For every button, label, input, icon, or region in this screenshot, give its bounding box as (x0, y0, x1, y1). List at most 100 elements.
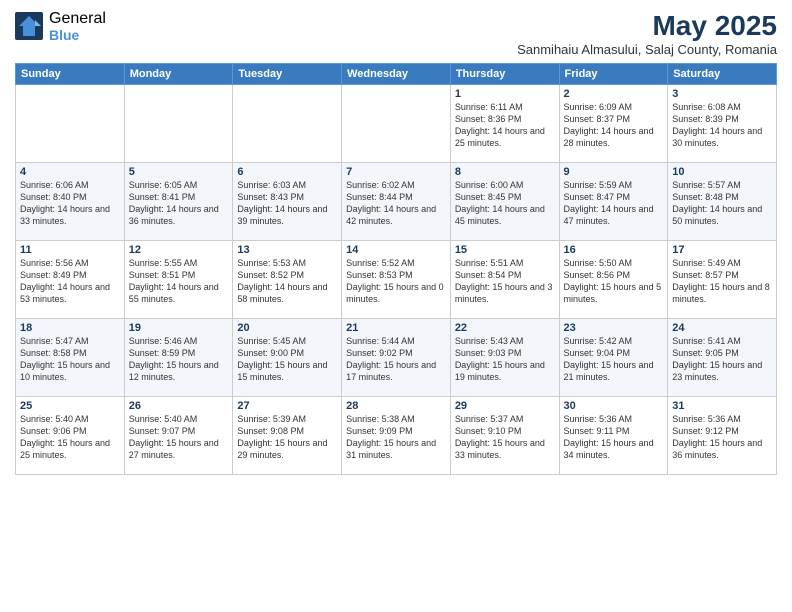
col-wednesday: Wednesday (342, 64, 451, 85)
cell-day-info: Sunrise: 5:49 AM Sunset: 8:57 PM Dayligh… (672, 257, 772, 306)
table-row: 13Sunrise: 5:53 AM Sunset: 8:52 PM Dayli… (233, 241, 342, 319)
table-row: 2Sunrise: 6:09 AM Sunset: 8:37 PM Daylig… (559, 85, 668, 163)
cell-day-number: 9 (564, 166, 664, 178)
cell-day-info: Sunrise: 5:36 AM Sunset: 9:12 PM Dayligh… (672, 413, 772, 462)
table-row (233, 85, 342, 163)
cell-day-number: 29 (455, 400, 555, 412)
cell-day-info: Sunrise: 5:40 AM Sunset: 9:07 PM Dayligh… (129, 413, 229, 462)
cell-day-info: Sunrise: 5:38 AM Sunset: 9:09 PM Dayligh… (346, 413, 446, 462)
cell-day-info: Sunrise: 5:40 AM Sunset: 9:06 PM Dayligh… (20, 413, 120, 462)
cell-day-number: 15 (455, 244, 555, 256)
calendar-week-row: 25Sunrise: 5:40 AM Sunset: 9:06 PM Dayli… (16, 397, 777, 475)
calendar-week-row: 11Sunrise: 5:56 AM Sunset: 8:49 PM Dayli… (16, 241, 777, 319)
table-row: 28Sunrise: 5:38 AM Sunset: 9:09 PM Dayli… (342, 397, 451, 475)
cell-day-number: 3 (672, 88, 772, 100)
cell-day-info: Sunrise: 6:06 AM Sunset: 8:40 PM Dayligh… (20, 179, 120, 228)
cell-day-info: Sunrise: 5:44 AM Sunset: 9:02 PM Dayligh… (346, 335, 446, 384)
cell-day-info: Sunrise: 6:02 AM Sunset: 8:44 PM Dayligh… (346, 179, 446, 228)
col-friday: Friday (559, 64, 668, 85)
table-row: 4Sunrise: 6:06 AM Sunset: 8:40 PM Daylig… (16, 163, 125, 241)
cell-day-info: Sunrise: 6:00 AM Sunset: 8:45 PM Dayligh… (455, 179, 555, 228)
cell-day-number: 31 (672, 400, 772, 412)
table-row (16, 85, 125, 163)
col-sunday: Sunday (16, 64, 125, 85)
table-row: 7Sunrise: 6:02 AM Sunset: 8:44 PM Daylig… (342, 163, 451, 241)
table-row: 21Sunrise: 5:44 AM Sunset: 9:02 PM Dayli… (342, 319, 451, 397)
cell-day-number: 13 (237, 244, 337, 256)
cell-day-info: Sunrise: 5:47 AM Sunset: 8:58 PM Dayligh… (20, 335, 120, 384)
cell-day-info: Sunrise: 5:45 AM Sunset: 9:00 PM Dayligh… (237, 335, 337, 384)
table-row: 27Sunrise: 5:39 AM Sunset: 9:08 PM Dayli… (233, 397, 342, 475)
table-row: 18Sunrise: 5:47 AM Sunset: 8:58 PM Dayli… (16, 319, 125, 397)
title-block: May 2025 Sanmihaiu Almasului, Salaj Coun… (517, 10, 777, 57)
cell-day-number: 1 (455, 88, 555, 100)
cell-day-info: Sunrise: 5:57 AM Sunset: 8:48 PM Dayligh… (672, 179, 772, 228)
cell-day-info: Sunrise: 6:11 AM Sunset: 8:36 PM Dayligh… (455, 101, 555, 150)
cell-day-number: 21 (346, 322, 446, 334)
title-location: Sanmihaiu Almasului, Salaj County, Roman… (517, 42, 777, 57)
cell-day-number: 22 (455, 322, 555, 334)
cell-day-number: 6 (237, 166, 337, 178)
table-row: 9Sunrise: 5:59 AM Sunset: 8:47 PM Daylig… (559, 163, 668, 241)
calendar-week-row: 1Sunrise: 6:11 AM Sunset: 8:36 PM Daylig… (16, 85, 777, 163)
cell-day-info: Sunrise: 5:42 AM Sunset: 9:04 PM Dayligh… (564, 335, 664, 384)
cell-day-number: 23 (564, 322, 664, 334)
calendar-header-row: Sunday Monday Tuesday Wednesday Thursday… (16, 64, 777, 85)
cell-day-info: Sunrise: 5:50 AM Sunset: 8:56 PM Dayligh… (564, 257, 664, 306)
table-row: 31Sunrise: 5:36 AM Sunset: 9:12 PM Dayli… (668, 397, 777, 475)
cell-day-number: 19 (129, 322, 229, 334)
cell-day-info: Sunrise: 5:43 AM Sunset: 9:03 PM Dayligh… (455, 335, 555, 384)
cell-day-number: 5 (129, 166, 229, 178)
logo: General Blue (15, 10, 106, 43)
page: General Blue May 2025 Sanmihaiu Almasulu… (0, 0, 792, 612)
table-row: 16Sunrise: 5:50 AM Sunset: 8:56 PM Dayli… (559, 241, 668, 319)
cell-day-number: 20 (237, 322, 337, 334)
table-row: 29Sunrise: 5:37 AM Sunset: 9:10 PM Dayli… (450, 397, 559, 475)
cell-day-number: 12 (129, 244, 229, 256)
cell-day-number: 11 (20, 244, 120, 256)
col-thursday: Thursday (450, 64, 559, 85)
cell-day-info: Sunrise: 5:59 AM Sunset: 8:47 PM Dayligh… (564, 179, 664, 228)
col-monday: Monday (124, 64, 233, 85)
table-row: 1Sunrise: 6:11 AM Sunset: 8:36 PM Daylig… (450, 85, 559, 163)
title-month: May 2025 (517, 10, 777, 42)
table-row: 14Sunrise: 5:52 AM Sunset: 8:53 PM Dayli… (342, 241, 451, 319)
cell-day-info: Sunrise: 5:39 AM Sunset: 9:08 PM Dayligh… (237, 413, 337, 462)
cell-day-number: 10 (672, 166, 772, 178)
table-row: 30Sunrise: 5:36 AM Sunset: 9:11 PM Dayli… (559, 397, 668, 475)
table-row: 19Sunrise: 5:46 AM Sunset: 8:59 PM Dayli… (124, 319, 233, 397)
cell-day-info: Sunrise: 5:41 AM Sunset: 9:05 PM Dayligh… (672, 335, 772, 384)
cell-day-number: 16 (564, 244, 664, 256)
logo-text: General Blue (49, 10, 106, 43)
cell-day-info: Sunrise: 6:03 AM Sunset: 8:43 PM Dayligh… (237, 179, 337, 228)
cell-day-number: 4 (20, 166, 120, 178)
calendar-week-row: 4Sunrise: 6:06 AM Sunset: 8:40 PM Daylig… (16, 163, 777, 241)
col-saturday: Saturday (668, 64, 777, 85)
table-row (342, 85, 451, 163)
cell-day-info: Sunrise: 6:05 AM Sunset: 8:41 PM Dayligh… (129, 179, 229, 228)
logo-blue: Blue (49, 28, 106, 43)
table-row: 20Sunrise: 5:45 AM Sunset: 9:00 PM Dayli… (233, 319, 342, 397)
calendar-table: Sunday Monday Tuesday Wednesday Thursday… (15, 63, 777, 475)
cell-day-info: Sunrise: 5:51 AM Sunset: 8:54 PM Dayligh… (455, 257, 555, 306)
table-row: 24Sunrise: 5:41 AM Sunset: 9:05 PM Dayli… (668, 319, 777, 397)
cell-day-number: 7 (346, 166, 446, 178)
header: General Blue May 2025 Sanmihaiu Almasulu… (15, 10, 777, 57)
table-row: 11Sunrise: 5:56 AM Sunset: 8:49 PM Dayli… (16, 241, 125, 319)
cell-day-info: Sunrise: 5:36 AM Sunset: 9:11 PM Dayligh… (564, 413, 664, 462)
table-row: 10Sunrise: 5:57 AM Sunset: 8:48 PM Dayli… (668, 163, 777, 241)
table-row: 15Sunrise: 5:51 AM Sunset: 8:54 PM Dayli… (450, 241, 559, 319)
cell-day-info: Sunrise: 5:37 AM Sunset: 9:10 PM Dayligh… (455, 413, 555, 462)
table-row: 6Sunrise: 6:03 AM Sunset: 8:43 PM Daylig… (233, 163, 342, 241)
calendar-week-row: 18Sunrise: 5:47 AM Sunset: 8:58 PM Dayli… (16, 319, 777, 397)
table-row: 22Sunrise: 5:43 AM Sunset: 9:03 PM Dayli… (450, 319, 559, 397)
cell-day-number: 27 (237, 400, 337, 412)
cell-day-number: 30 (564, 400, 664, 412)
cell-day-info: Sunrise: 5:46 AM Sunset: 8:59 PM Dayligh… (129, 335, 229, 384)
cell-day-number: 14 (346, 244, 446, 256)
cell-day-info: Sunrise: 5:52 AM Sunset: 8:53 PM Dayligh… (346, 257, 446, 306)
table-row (124, 85, 233, 163)
cell-day-number: 8 (455, 166, 555, 178)
table-row: 17Sunrise: 5:49 AM Sunset: 8:57 PM Dayli… (668, 241, 777, 319)
col-tuesday: Tuesday (233, 64, 342, 85)
